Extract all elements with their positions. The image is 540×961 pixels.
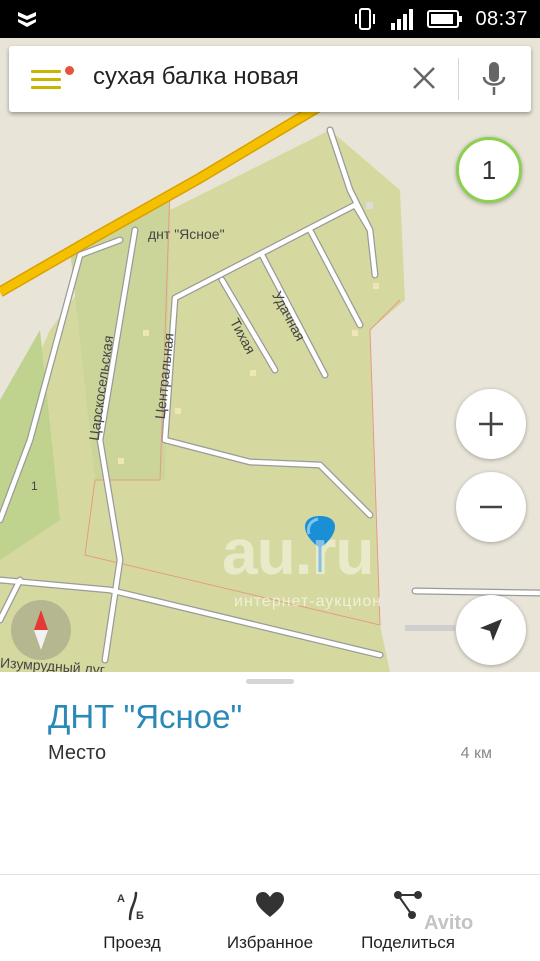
map-label-area: днт "Ясное" [148, 226, 225, 242]
zoom-out-button[interactable] [456, 472, 526, 542]
signal-icon [391, 9, 414, 30]
vibrate-icon [355, 8, 376, 30]
place-type: Место [48, 742, 107, 764]
compass-icon [34, 610, 48, 650]
menu-icon-bar [31, 86, 61, 89]
place-card[interactable]: ДНТ "Ясное" Место 4 км [0, 672, 540, 874]
compass-button[interactable] [11, 600, 71, 660]
drag-handle[interactable] [246, 679, 294, 684]
route-button[interactable]: А Б Проезд [62, 875, 202, 961]
notification-dot [65, 66, 74, 75]
heart-icon [256, 892, 284, 917]
microphone-icon[interactable] [479, 59, 509, 99]
map-label-house-number: 1 [31, 479, 38, 493]
share-icon [394, 891, 422, 919]
close-icon[interactable] [409, 63, 439, 93]
navigation-arrow-icon [480, 619, 502, 641]
route-label: Проезд [103, 933, 161, 952]
status-icons: 08:37 [353, 6, 528, 32]
route-icon: А Б [117, 891, 144, 921]
zoom-in-button[interactable] [456, 389, 526, 459]
plus-icon [479, 412, 503, 436]
favorites-button[interactable]: Избранное [200, 875, 340, 961]
favorites-label: Избранное [226, 933, 314, 952]
battery-icon [427, 10, 463, 28]
minus-icon [480, 505, 502, 509]
shield-icon [18, 12, 36, 27]
results-count-button[interactable]: 1 [456, 137, 522, 203]
svg-text:Б: Б [136, 910, 144, 921]
my-location-button[interactable] [456, 595, 526, 665]
map-watermark-sub: интернет-аукцион [234, 593, 383, 610]
status-bar: 08:37 [0, 0, 540, 38]
status-time: 08:37 [475, 7, 528, 30]
menu-icon [31, 70, 61, 73]
search-input[interactable]: сухая балка новая [93, 63, 299, 91]
share-label: Поделиться [361, 933, 455, 952]
menu-icon-bar [31, 78, 61, 81]
search-divider [458, 58, 459, 100]
svg-text:А: А [117, 893, 125, 905]
search-bar: сухая балка новая [9, 46, 531, 112]
map-watermark: au.ru [222, 516, 374, 588]
menu-button[interactable] [27, 60, 74, 98]
map-view[interactable]: au.ru интернет-аукцион днт "Ясное" Царск… [0, 38, 540, 672]
avito-watermark: Avito [424, 912, 474, 934]
results-count: 1 [481, 154, 497, 185]
place-title: ДНТ "Ясное" [48, 698, 243, 735]
place-distance: 4 км [460, 745, 492, 762]
